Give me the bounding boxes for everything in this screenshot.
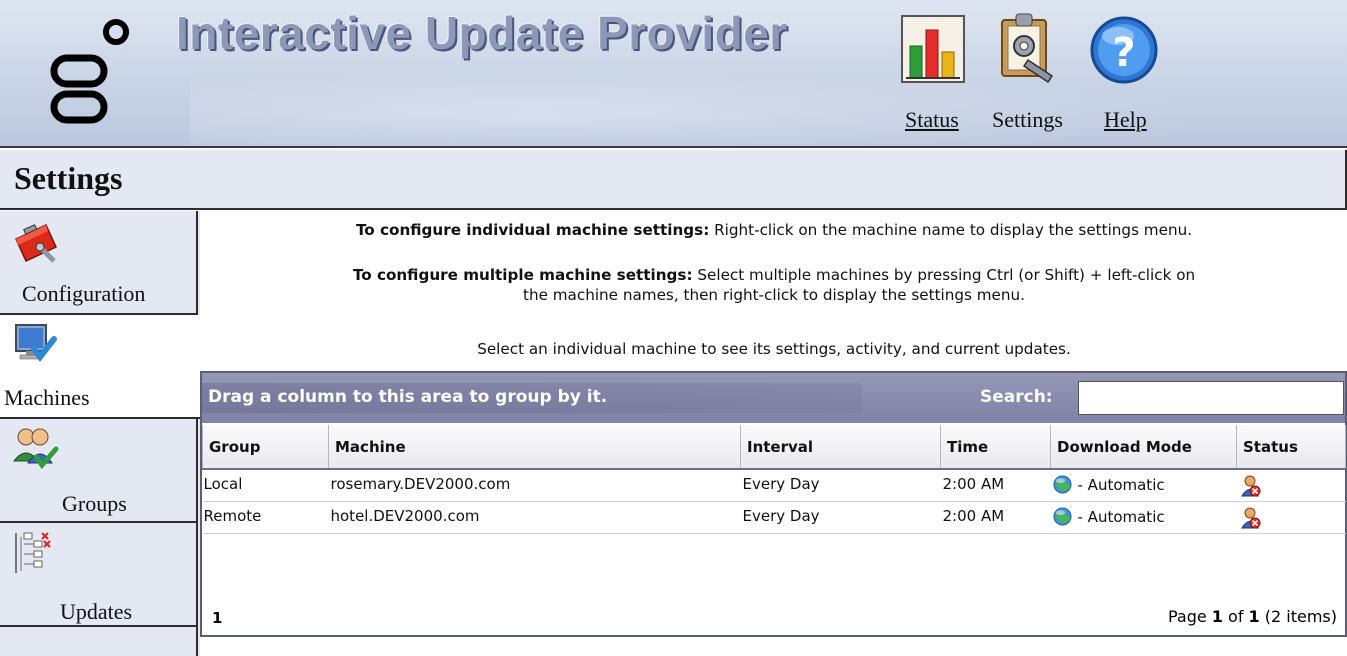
search-label: Search:	[980, 387, 1053, 407]
cell-status	[1236, 501, 1346, 534]
sidebar-filler	[0, 627, 198, 656]
sidebar-item-label: Configuration	[22, 281, 146, 306]
svg-text:?: ?	[1112, 30, 1135, 76]
cell-machine[interactable]: hotel.DEV2000.com	[328, 501, 741, 534]
toolbox-icon	[15, 224, 57, 263]
instruction-select: Select an individual machine to see its …	[477, 340, 1071, 358]
sidebar-item-label: Groups	[62, 491, 127, 516]
users-check-icon	[12, 428, 59, 469]
sidebar-item-configuration[interactable]: Configuration	[0, 211, 198, 315]
nav-settings-link[interactable]: Settings	[992, 107, 1063, 133]
download-mode-label: - Automatic	[1077, 475, 1165, 494]
group-by-hint: Drag a column to this area to group by i…	[208, 387, 608, 407]
pager-of: of	[1222, 607, 1249, 626]
pager-current-page: 1	[1211, 607, 1223, 626]
cell-interval: Every Day	[740, 501, 941, 534]
automatic-globe-icon	[1052, 507, 1072, 526]
user-status-icon[interactable]	[1240, 475, 1261, 497]
monitor-check-icon	[15, 324, 57, 362]
pager-info: Page 1 of 1 (2 items)	[1168, 607, 1337, 626]
pager-item-count: (2 items)	[1259, 607, 1337, 626]
page-title: Settings	[14, 160, 123, 196]
sidebar-item-machines[interactable]: Machines	[0, 315, 200, 419]
column-header-download-mode[interactable]: Download Mode	[1050, 425, 1237, 470]
instruction-multiple-heading: To configure multiple machine settings:	[352, 266, 693, 284]
pager-prefix: Page	[1167, 607, 1212, 626]
cell-group: Local	[202, 469, 329, 502]
search-input[interactable]	[1078, 381, 1344, 415]
table-row[interactable]: Remote hotel.DEV2000.com Every Day 2:00 …	[202, 501, 1346, 534]
tree-list-icon	[15, 532, 51, 573]
pager-page-link[interactable]: 1	[212, 609, 222, 627]
nav-status-link[interactable]: Status	[905, 107, 959, 133]
column-header-machine[interactable]: Machine	[328, 425, 741, 470]
sidebar-item-label: Updates	[60, 599, 133, 624]
cell-time: 2:00 AM	[940, 469, 1051, 502]
machines-grid: Drag a column to this area to group by i…	[200, 371, 1347, 637]
cell-status	[1236, 469, 1346, 502]
column-header-interval[interactable]: Interval	[740, 425, 941, 470]
cell-machine[interactable]: rosemary.DEV2000.com	[328, 469, 741, 502]
bar-chart-icon[interactable]	[898, 10, 968, 90]
cell-time: 2:00 AM	[940, 501, 1051, 534]
instruction-individual-text: Right-click on the machine name to displ…	[709, 221, 1193, 239]
app-logo	[50, 19, 129, 124]
instruction-multiple-text: Select multiple machines by pressing Ctr…	[692, 266, 1196, 284]
app-title: Interactive Update Provider	[176, 7, 788, 59]
nav-help-link[interactable]: Help	[1104, 107, 1147, 133]
section-title-bar: Settings	[0, 150, 1347, 210]
machines-table: Group Machine Interval Time Download Mod…	[202, 425, 1346, 534]
header-decoration	[190, 60, 1340, 146]
download-mode-label: - Automatic	[1077, 507, 1165, 526]
sidebar-item-label: Machines	[4, 385, 90, 410]
column-header-status[interactable]: Status	[1236, 425, 1346, 470]
automatic-globe-icon	[1052, 475, 1072, 494]
instruction-individual: To configure individual machine settings…	[210, 220, 1338, 240]
column-header-group[interactable]: Group	[202, 425, 329, 470]
instruction-multiple: To configure multiple machine settings: …	[210, 265, 1338, 305]
column-header-time[interactable]: Time	[940, 425, 1051, 470]
instruction-individual-heading: To configure individual machine settings…	[355, 221, 710, 239]
help-icon[interactable]: ?	[1088, 10, 1158, 90]
cell-download-mode: - Automatic	[1050, 469, 1237, 502]
cell-group: Remote	[202, 501, 329, 534]
sidebar-item-updates[interactable]: Updates	[0, 523, 198, 627]
user-status-icon[interactable]	[1240, 507, 1261, 529]
table-header-row: Group Machine Interval Time Download Mod…	[202, 425, 1346, 470]
app-header: Interactive Update Provider ? Status Set…	[0, 0, 1347, 148]
instruction-multiple-text-cont: the machine names, then right-click to d…	[523, 286, 1025, 304]
group-by-panel[interactable]: Drag a column to this area to group by i…	[202, 373, 1345, 423]
pager-total-pages: 1	[1248, 607, 1260, 626]
sidebar-item-groups[interactable]: Groups	[0, 419, 198, 523]
clipboard-gear-icon[interactable]	[990, 10, 1060, 90]
cell-interval: Every Day	[740, 469, 941, 502]
table-row[interactable]: Local rosemary.DEV2000.com Every Day 2:0…	[202, 469, 1346, 502]
sidebar: Configuration Machines Groups Updates	[0, 211, 200, 656]
cell-download-mode: - Automatic	[1050, 501, 1237, 534]
